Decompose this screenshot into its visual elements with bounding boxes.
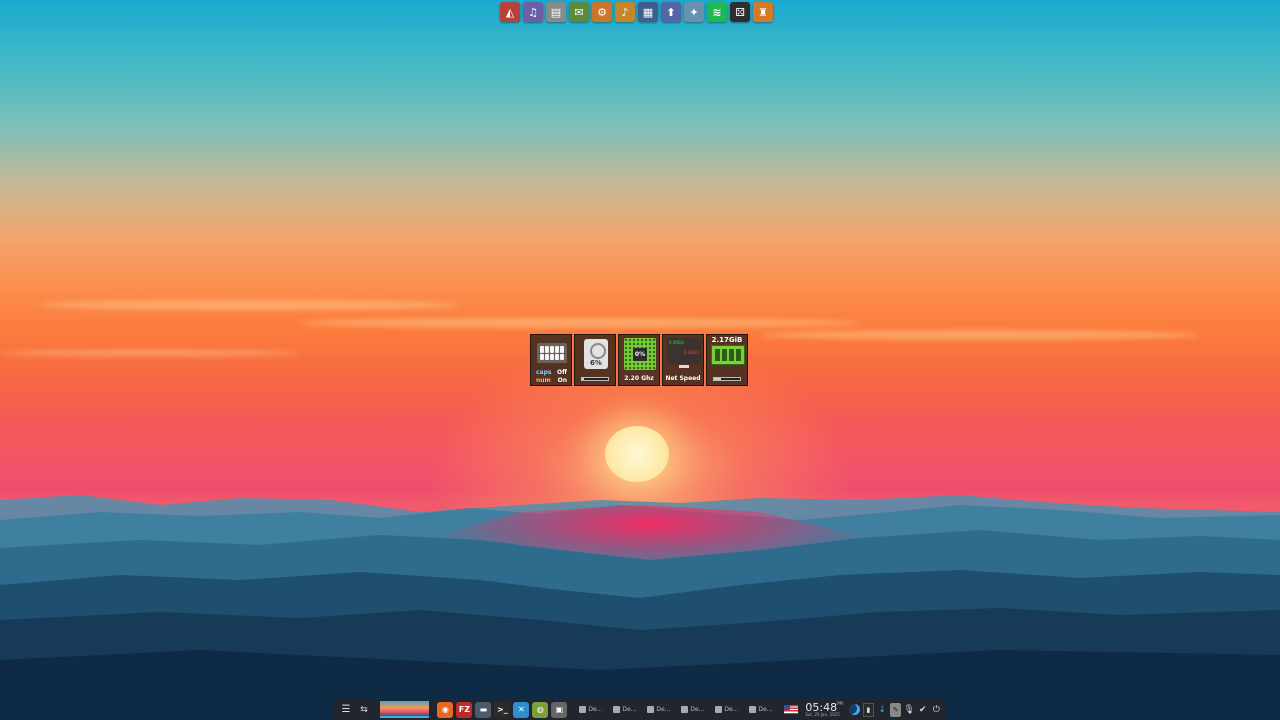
task-manager: De... De... De... De... De... De... bbox=[577, 701, 779, 718]
caps-label: caps bbox=[536, 369, 552, 376]
keyboard-icon bbox=[537, 343, 567, 363]
clock-date: Sat, 25 Jan, 2025 bbox=[805, 712, 840, 717]
clipboard-icon[interactable]: ▮ bbox=[862, 702, 875, 717]
desktop-toggle-icon: ⇆ bbox=[360, 704, 368, 715]
app-3-icon[interactable]: ▬ bbox=[475, 701, 492, 718]
app-3-launcher-icon[interactable]: ▤ bbox=[546, 2, 566, 22]
microphone-icon[interactable]: 🎙︎ bbox=[903, 703, 915, 717]
app-11-launcher-icon[interactable]: ⚄ bbox=[730, 2, 750, 22]
app-12-launcher-icon[interactable]: ♜ bbox=[753, 2, 773, 22]
task-entry[interactable]: De... bbox=[713, 701, 745, 718]
window-icon bbox=[681, 706, 689, 713]
task-label: De... bbox=[622, 706, 637, 713]
top-dock: ◭ ♫ ▤ ✉ ⚙ ♪ ▦ ⬆ ✦ ≋ ⚄ ♜ bbox=[500, 2, 773, 24]
app-6-icon[interactable]: ◍ bbox=[532, 701, 549, 718]
net-speed-widget[interactable]: 0.0KB/s 0.0KB/s Net Speed bbox=[662, 334, 704, 386]
bottom-panel: ☰ ⇆ ◉ FZ ▬ >_ ✕ ◍ ▣ De... De... De... De... De... D… bbox=[334, 699, 946, 720]
net-speed-label: Net Speed bbox=[665, 375, 701, 382]
show-desktop-button[interactable]: ⇆ bbox=[356, 701, 372, 718]
ram-usage-bar bbox=[713, 377, 741, 381]
cpu-widget[interactable]: 0% 2.20 Ghz bbox=[618, 334, 660, 386]
window-icon bbox=[749, 706, 757, 713]
app-8-launcher-icon[interactable]: ⬆ bbox=[661, 2, 681, 22]
task-entry[interactable]: De... bbox=[611, 701, 643, 718]
cpu-chip-icon: 0% bbox=[624, 338, 656, 370]
hard-drive-icon: 6% bbox=[584, 339, 608, 369]
ram-used: 2.17GiB bbox=[711, 336, 743, 344]
cpu-frequency: 2.20 Ghz bbox=[624, 375, 654, 382]
app-9-launcher-icon[interactable]: ✦ bbox=[684, 2, 704, 22]
app-6-launcher-icon[interactable]: ♪ bbox=[615, 2, 635, 22]
firefox-icon[interactable]: ◉ bbox=[437, 701, 454, 718]
app-7-launcher-icon[interactable]: ▦ bbox=[638, 2, 658, 22]
package-updates-icon[interactable]: ✔ bbox=[917, 703, 929, 717]
download-icon[interactable]: ↓ bbox=[876, 703, 888, 717]
monitor-icon: 0.0KB/s 0.0KB/s bbox=[667, 338, 701, 368]
menu-icon: ☰ bbox=[341, 704, 351, 715]
disk-percent: 6% bbox=[590, 359, 602, 367]
app-menu-button[interactable]: ☰ bbox=[338, 701, 354, 718]
cpu-load: 0% bbox=[632, 347, 648, 361]
task-entry[interactable]: De... bbox=[645, 701, 677, 718]
app-2-launcher-icon[interactable]: ♫ bbox=[523, 2, 543, 22]
app-4-launcher-icon[interactable]: ✉ bbox=[569, 2, 589, 22]
app-5-icon[interactable]: ✕ bbox=[513, 701, 530, 718]
keyboard-layout-button[interactable] bbox=[783, 701, 799, 718]
spotify-launcher-icon[interactable]: ≋ bbox=[707, 2, 727, 22]
disk-usage-widget[interactable]: 6% bbox=[574, 334, 616, 386]
virtual-desktop-pager[interactable] bbox=[380, 701, 430, 718]
caps-state: Off bbox=[557, 369, 567, 376]
net-upload: 0.0KB/s bbox=[669, 340, 685, 345]
window-icon bbox=[579, 706, 587, 713]
us-flag-icon bbox=[784, 705, 799, 714]
app-7-icon[interactable]: ▣ bbox=[551, 701, 568, 718]
clock-ampm: PM bbox=[837, 701, 843, 706]
num-state: On bbox=[557, 377, 567, 384]
window-icon bbox=[613, 706, 621, 713]
app-1-launcher-icon[interactable]: ◭ bbox=[500, 2, 520, 22]
task-entry[interactable]: De... bbox=[577, 701, 609, 718]
task-label: De... bbox=[724, 706, 739, 713]
system-monitor-widgets: caps Off num On 6% 0% 2.20 Ghz 0.0KB/s 0… bbox=[530, 334, 748, 386]
task-label: De... bbox=[656, 706, 671, 713]
task-label: De... bbox=[758, 706, 773, 713]
ram-widget[interactable]: 2.17GiB bbox=[706, 334, 748, 386]
digital-clock[interactable]: 05:48PM Sat, 25 Jan, 2025 bbox=[805, 702, 843, 717]
notes-icon[interactable]: ✎ bbox=[889, 702, 902, 717]
keyboard-indicator-widget[interactable]: caps Off num On bbox=[530, 334, 572, 386]
task-label: De... bbox=[588, 706, 603, 713]
window-icon bbox=[647, 706, 655, 713]
task-entry[interactable]: De... bbox=[747, 701, 779, 718]
power-icon[interactable]: ⏻ bbox=[931, 703, 943, 717]
app-5-launcher-icon[interactable]: ⚙ bbox=[592, 2, 612, 22]
window-icon bbox=[715, 706, 723, 713]
net-download: 0.0KB/s bbox=[683, 350, 699, 355]
disk-usage-bar bbox=[581, 377, 609, 381]
num-label: num bbox=[536, 377, 551, 384]
filezilla-icon[interactable]: FZ bbox=[456, 701, 473, 718]
terminal-icon[interactable]: >_ bbox=[494, 701, 511, 718]
task-label: De... bbox=[690, 706, 705, 713]
launcher-apps: ◉ FZ ▬ >_ ✕ ◍ ▣ bbox=[437, 701, 568, 718]
night-mode-icon[interactable] bbox=[849, 703, 861, 717]
task-entry[interactable]: De... bbox=[679, 701, 711, 718]
ram-stick-icon bbox=[711, 345, 745, 365]
